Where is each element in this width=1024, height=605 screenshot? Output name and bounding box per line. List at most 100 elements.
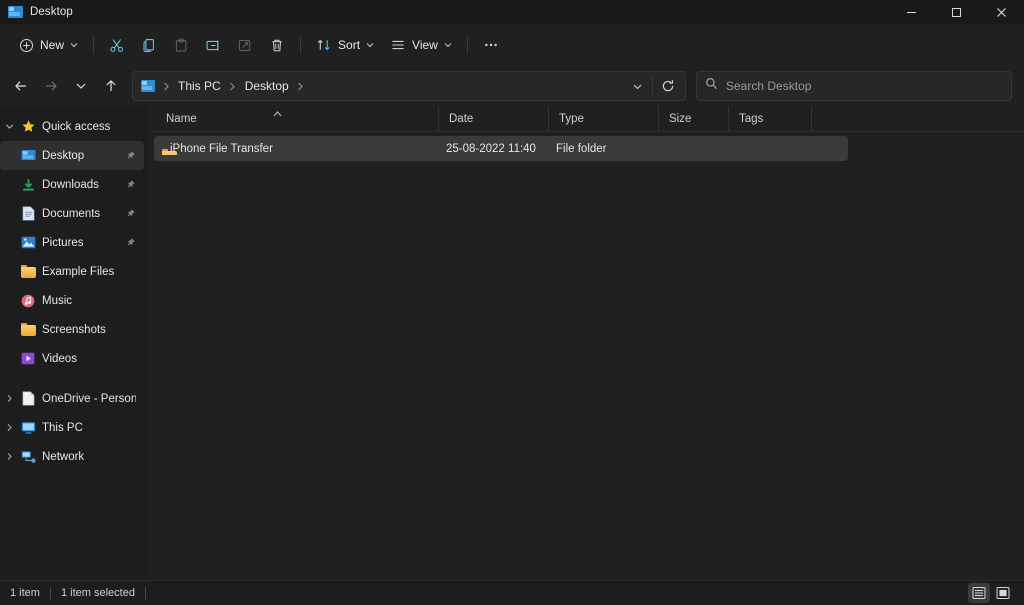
delete-button[interactable] bbox=[261, 30, 293, 60]
pin-icon[interactable] bbox=[124, 150, 136, 161]
sidebar-item-example-files[interactable]: Example Files bbox=[0, 257, 144, 286]
chevron-right-icon[interactable] bbox=[0, 423, 18, 432]
column-header-label: Date bbox=[449, 113, 473, 125]
column-header-name[interactable]: Name bbox=[156, 106, 438, 131]
window-title: Desktop bbox=[30, 6, 73, 18]
ellipsis-icon bbox=[483, 37, 499, 53]
title-bar: Desktop bbox=[0, 0, 1024, 24]
pin-icon[interactable] bbox=[124, 237, 136, 248]
address-divider bbox=[652, 77, 653, 95]
folder-icon bbox=[18, 265, 38, 278]
sort-icon bbox=[316, 37, 332, 53]
sort-ascending-icon bbox=[273, 108, 282, 120]
cell-type: File folder bbox=[546, 143, 656, 155]
back-button[interactable] bbox=[6, 71, 36, 101]
sidebar-group-quick-access[interactable]: Quick access bbox=[0, 112, 144, 141]
sidebar-item-label: Music bbox=[42, 295, 72, 307]
close-button[interactable] bbox=[979, 0, 1024, 24]
sidebar-item-videos[interactable]: Videos bbox=[0, 344, 144, 373]
status-divider-2 bbox=[145, 587, 146, 600]
navigation-pane[interactable]: Quick access Desktop bbox=[0, 106, 148, 580]
sidebar-item-pictures[interactable]: Pictures bbox=[0, 228, 144, 257]
view-icon bbox=[390, 37, 406, 53]
rename-button[interactable] bbox=[197, 30, 229, 60]
details-view-button[interactable] bbox=[968, 583, 990, 603]
sort-button[interactable]: Sort bbox=[308, 30, 382, 60]
explorer-body: Quick access Desktop bbox=[0, 106, 1024, 580]
previous-locations-chevron-icon[interactable] bbox=[624, 73, 650, 99]
copy-button[interactable] bbox=[133, 30, 165, 60]
see-more-button[interactable] bbox=[475, 30, 507, 60]
sidebar-item-label: Videos bbox=[42, 353, 77, 365]
plus-circle-icon bbox=[18, 37, 34, 53]
cut-button[interactable] bbox=[101, 30, 133, 60]
column-header-size[interactable]: Size bbox=[658, 106, 728, 131]
column-header-end bbox=[811, 106, 822, 131]
minimize-button[interactable] bbox=[889, 0, 934, 24]
sidebar-item-downloads[interactable]: Downloads bbox=[0, 170, 144, 199]
window-controls bbox=[889, 0, 1024, 24]
breadcrumb-separator bbox=[226, 82, 240, 91]
column-header-tags[interactable]: Tags bbox=[728, 106, 811, 131]
sidebar-item-music[interactable]: Music bbox=[0, 286, 144, 315]
copy-icon bbox=[141, 37, 157, 53]
view-button-label: View bbox=[412, 38, 438, 52]
document-icon bbox=[18, 206, 38, 221]
recent-locations-button[interactable] bbox=[66, 71, 96, 101]
command-bar: New bbox=[0, 24, 1024, 66]
chevron-right-icon[interactable] bbox=[0, 452, 18, 461]
up-button[interactable] bbox=[96, 71, 126, 101]
folder-icon bbox=[18, 323, 38, 336]
sidebar-item-label: OneDrive - Personal bbox=[42, 393, 136, 405]
toolbar-divider-2 bbox=[300, 36, 301, 54]
forward-button[interactable] bbox=[36, 71, 66, 101]
new-button[interactable]: New bbox=[10, 30, 86, 60]
cell-name: iPhone File Transfer bbox=[154, 143, 436, 155]
search-input[interactable]: Search Desktop bbox=[726, 79, 811, 93]
sidebar-item-documents[interactable]: Documents bbox=[0, 199, 144, 228]
sidebar-item-desktop[interactable]: Desktop bbox=[0, 141, 144, 170]
sidebar-item-screenshots[interactable]: Screenshots bbox=[0, 315, 144, 344]
share-icon bbox=[237, 37, 253, 53]
breadcrumb-item-desktop[interactable]: Desktop bbox=[240, 76, 294, 96]
refresh-button[interactable] bbox=[655, 73, 681, 99]
sidebar-item-label: Desktop bbox=[42, 150, 84, 162]
search-icon bbox=[705, 77, 718, 95]
paste-icon bbox=[173, 37, 189, 53]
chevron-down-icon[interactable] bbox=[0, 122, 18, 131]
breadcrumb[interactable]: This PC Desktop bbox=[132, 71, 686, 101]
table-row[interactable]: iPhone File Transfer 25-08-2022 11:40 Fi… bbox=[154, 136, 848, 161]
sidebar-item-onedrive[interactable]: OneDrive - Personal bbox=[0, 384, 144, 413]
share-button[interactable] bbox=[229, 30, 261, 60]
paste-button[interactable] bbox=[165, 30, 197, 60]
scissors-icon bbox=[109, 37, 125, 53]
pin-icon[interactable] bbox=[124, 179, 136, 190]
breadcrumb-item-this-pc[interactable]: This PC bbox=[173, 76, 226, 96]
view-button[interactable]: View bbox=[382, 30, 460, 60]
pictures-icon bbox=[18, 236, 38, 249]
chevron-right-icon[interactable] bbox=[0, 394, 18, 403]
column-header-label: Type bbox=[559, 113, 584, 125]
selection-status: 1 item selected bbox=[61, 587, 135, 599]
column-header-date[interactable]: Date bbox=[438, 106, 548, 131]
search-box[interactable]: Search Desktop bbox=[696, 71, 1012, 101]
sidebar-item-this-pc[interactable]: This PC bbox=[0, 413, 144, 442]
sort-button-label: Sort bbox=[338, 38, 360, 52]
sidebar-item-network[interactable]: Network bbox=[0, 442, 144, 471]
column-header-type[interactable]: Type bbox=[548, 106, 658, 131]
music-icon bbox=[18, 294, 38, 308]
rename-icon bbox=[205, 37, 221, 53]
sidebar-item-label: Pictures bbox=[42, 237, 84, 249]
desktop-folder-icon bbox=[141, 80, 155, 92]
file-rows[interactable]: iPhone File Transfer 25-08-2022 11:40 Fi… bbox=[148, 132, 1024, 580]
sidebar-group-label: Quick access bbox=[42, 121, 110, 133]
toolbar-divider-3 bbox=[467, 36, 468, 54]
sidebar-item-label: Documents bbox=[42, 208, 100, 220]
download-icon bbox=[18, 178, 38, 192]
pin-icon[interactable] bbox=[124, 208, 136, 219]
cell-date: 25-08-2022 11:40 bbox=[436, 143, 546, 155]
view-toggle-group bbox=[968, 583, 1018, 603]
maximize-button[interactable] bbox=[934, 0, 979, 24]
file-list-pane: Name Date Type Size Tags bbox=[148, 106, 1024, 580]
large-icons-view-button[interactable] bbox=[992, 583, 1014, 603]
